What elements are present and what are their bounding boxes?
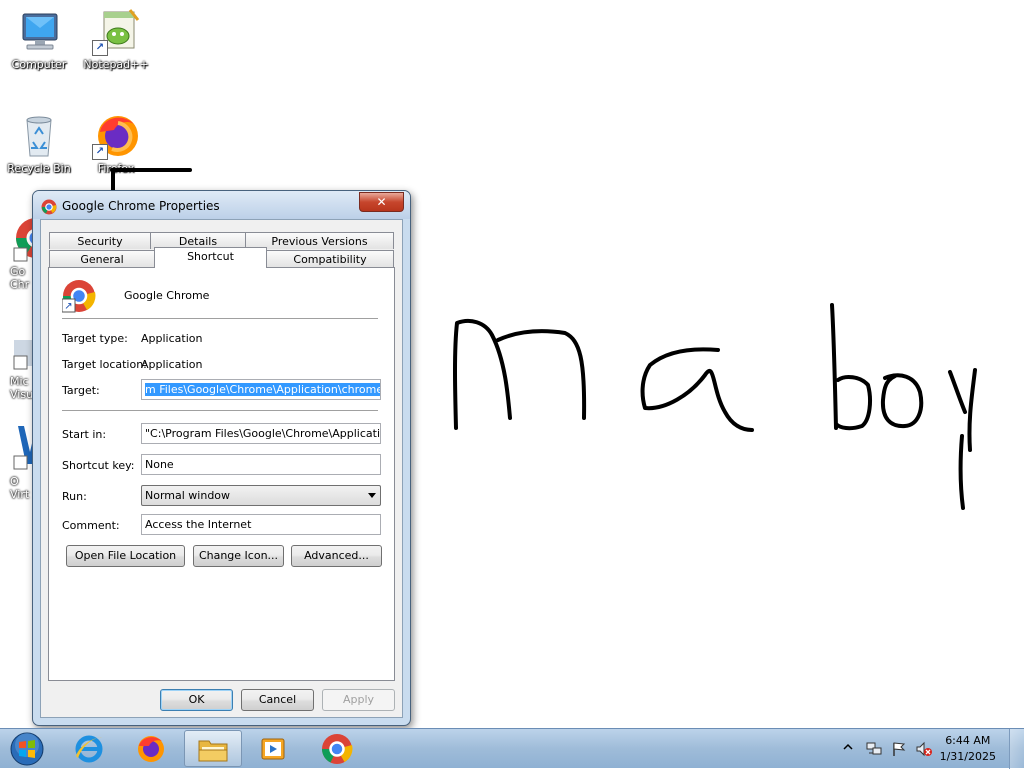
properties-dialog: Google Chrome Properties ✕ Security Deta… [32,190,411,726]
target-location-value: Application [141,358,203,371]
taskbar-file-explorer[interactable] [184,730,242,767]
start-in-value: "C:\Program Files\Google\Chrome\Applicat… [145,427,381,440]
shortcut-arrow-icon: ↗ [92,40,108,56]
target-type-label: Target type: [62,332,128,345]
desktop-icon-label: Firefox [97,162,135,175]
drawing-stroke [880,373,924,429]
start-button[interactable] [0,730,54,767]
tab-shortcut[interactable]: Shortcut [154,247,267,268]
show-desktop-button[interactable] [1009,729,1024,769]
tab-security[interactable]: Security [49,232,151,249]
firefox-icon: ↗ [92,112,140,160]
recycle-bin-icon [15,112,63,160]
media-player-icon [261,738,285,759]
chrome-icon [322,733,353,764]
desktop-icon-notepadpp[interactable]: ↗ Notepad++ [81,8,151,71]
dialog-title: Google Chrome Properties [62,199,220,213]
ok-button[interactable]: OK [160,689,233,711]
clock-time: 6:44 AM [945,734,991,747]
change-icon-button[interactable]: Change Icon... [193,545,284,567]
drawing-stroke [640,347,754,432]
system-clock[interactable]: 6:44 AM 1/31/2025 [940,733,996,765]
desktop-icon-firefox[interactable]: ↗ Firefox [81,112,151,175]
desktop-icon-computer[interactable]: Computer [4,8,74,71]
shortcut-arrow-icon: ↗ [92,144,108,160]
comment-value: Access the Internet [145,518,252,531]
show-hidden-icons-button[interactable] [843,742,853,758]
close-icon: ✕ [376,195,387,209]
target-field[interactable]: m Files\Google\Chrome\Application\chrome… [141,379,381,400]
desktop-icon-recycle-bin[interactable]: Recycle Bin [4,112,74,175]
cancel-button[interactable]: Cancel [241,689,314,711]
clock-date: 1/31/2025 [939,750,996,763]
open-file-location-button[interactable]: Open File Location [66,545,185,567]
dialog-client-area: Security Details Previous Versions Gener… [40,219,403,718]
network-icon [866,742,882,755]
desktop-icon-label: Recycle Bin [7,162,71,175]
target-location-label: Target location: [62,358,147,371]
app-name: Google Chrome [124,289,210,302]
volume-muted-icon [916,741,932,757]
drawing-stroke [453,318,587,430]
computer-icon [15,8,63,56]
target-type-value: Application [141,332,203,345]
firefox-icon [138,735,164,762]
volume-tray-icon[interactable] [915,741,932,757]
taskbar-media-player[interactable] [246,730,300,767]
tab-compatibility[interactable]: Compatibility [266,250,394,267]
taskbar-chrome[interactable] [310,730,364,767]
dialog-titlebar[interactable]: Google Chrome Properties ✕ [33,191,410,219]
separator [62,318,378,320]
run-select[interactable]: Normal window [141,485,381,506]
taskbar: 6:44 AM 1/31/2025 [0,728,1024,769]
chrome-icon: ↗ [62,280,96,313]
comment-field[interactable]: Access the Internet [141,514,381,535]
internet-explorer-icon [75,735,103,762]
network-tray-icon[interactable] [866,741,882,757]
flag-icon [893,742,906,756]
tab-previous-versions[interactable]: Previous Versions [245,232,394,249]
target-field-value: m Files\Google\Chrome\Application\chrome… [145,383,380,396]
shortcut-key-field[interactable]: None [141,454,381,475]
advanced-button[interactable]: Advanced... [291,545,382,567]
start-orb-icon [10,732,44,765]
taskbar-internet-explorer[interactable] [62,730,116,767]
file-explorer-icon [198,740,228,761]
desktop-icon-label: Computer [11,58,67,71]
action-center-tray-icon[interactable] [891,741,907,757]
notepadpp-icon: ↗ [92,8,140,56]
shortcut-key-label: Shortcut key: [62,459,135,472]
tab-general[interactable]: General [49,250,155,267]
run-label: Run: [62,490,87,503]
separator [62,410,378,412]
run-select-value: Normal window [145,489,231,502]
shortcut-tab-panel: ↗ Google Chrome Target type: Application… [48,267,395,681]
drawing-stroke [948,368,977,510]
taskbar-firefox[interactable] [124,730,178,767]
comment-label: Comment: [62,519,120,532]
close-button[interactable]: ✕ [359,192,404,212]
apply-button[interactable]: Apply [322,689,395,711]
start-in-field[interactable]: "C:\Program Files\Google\Chrome\Applicat… [141,423,381,444]
desktop-icon-label: Notepad++ [83,58,149,71]
svg-text:↗: ↗ [64,301,72,312]
chrome-icon [41,199,57,215]
target-label: Target: [62,384,100,397]
drawing-stroke [830,303,872,431]
dropdown-arrow-icon [368,493,376,498]
shortcut-key-value: None [145,458,174,471]
start-in-label: Start in: [62,428,107,441]
chevron-up-icon [843,743,853,750]
